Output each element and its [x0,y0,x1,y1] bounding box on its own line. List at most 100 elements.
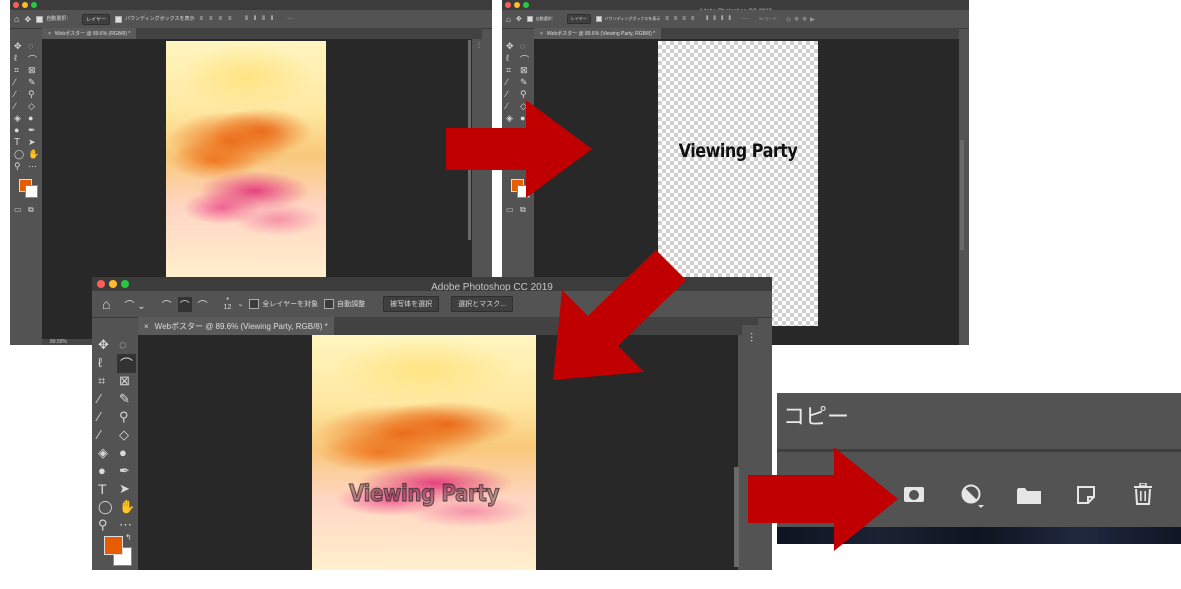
more-tools-icon[interactable]: ⋯ [119,517,132,533]
home-icon[interactable]: ⌂ [102,296,110,312]
trash-icon[interactable] [1133,482,1153,505]
quick-mask-icon[interactable]: ▭ [506,205,514,214]
document-tab[interactable]: × Webポスター @ 89.6% (Viewing Party, RGB/8)… [138,317,334,335]
crop-tool-icon[interactable]: ⌗ [506,65,511,76]
minimize-button[interactable] [514,2,520,8]
3d-mode-icons[interactable]: ◎✥✥▶ [786,16,818,23]
vertical-scrollbar[interactable] [960,140,964,250]
close-button[interactable] [505,2,511,8]
crop-tool-icon[interactable]: ⌗ [14,65,19,76]
eyedropper-tool-icon[interactable]: ⁄ [506,77,508,87]
new-selection-icon[interactable]: ⌒ [162,297,172,312]
screen-mode-icon[interactable]: ⧉ [28,205,34,215]
adjustment-layer-icon[interactable] [961,484,984,508]
history-brush-tool-icon[interactable]: ∕ [14,101,16,111]
home-icon[interactable]: ⌂ [506,15,511,24]
minimize-button[interactable] [109,280,117,288]
marquee-tool-icon[interactable]: ◌ [28,41,33,51]
swap-colors-icon[interactable]: ↰ [125,533,132,542]
move-tool-icon[interactable]: ✥ [14,41,22,52]
pen-tool-icon[interactable]: ✒ [119,463,130,479]
brush-size-dropdown-icon[interactable]: ⌄ [237,300,243,308]
close-button[interactable] [13,2,19,8]
viewing-party-selection[interactable]: Viewing Party [312,479,536,508]
lasso-tool-icon[interactable]: ℓ [14,53,17,63]
move-tool-icon[interactable]: ✥ [516,15,522,23]
paint-bucket-tool-icon[interactable]: ◈ [98,445,108,461]
quick-mask-icon[interactable]: ▭ [14,205,22,214]
path-select-tool-icon[interactable]: ➤ [119,481,130,497]
minimize-button[interactable] [22,2,28,8]
more-tools-icon[interactable]: ⋯ [28,161,37,172]
foreground-color-swatch[interactable] [104,536,123,555]
brush-size-picker[interactable]: • 12 [224,296,232,312]
zoom-tool-icon[interactable]: ⚲ [14,161,21,172]
auto-enhance-checkbox[interactable]: 自動調整 [324,299,365,310]
path-select-tool-icon[interactable]: ➤ [28,137,36,148]
select-subject-button[interactable]: 被写体を選択 [383,296,440,312]
eraser-tool-icon[interactable]: ◇ [28,101,35,112]
marquee-tool-icon[interactable]: ◌ [520,41,525,51]
align-icons[interactable]: ≡≡≡≡ ⫴⫴⫴⫴ ⋯ [200,16,299,23]
layer-name-text[interactable]: コピー [783,399,849,431]
close-button[interactable] [97,280,105,288]
show-bbox-checkbox[interactable]: バウンディングボックスを表示 [595,15,660,22]
pen-tool-icon[interactable]: ✒ [28,125,36,136]
shape-tool-icon[interactable]: ◯ [14,149,24,160]
move-tool-icon[interactable]: ✥ [98,337,109,353]
eyedropper-tool-icon[interactable]: ⁄ [14,77,16,87]
move-tool-icon[interactable]: ✥ [24,15,31,24]
auto-select-checkbox[interactable]: 自動選択： [526,15,556,22]
tab-close-icon[interactable]: × [540,31,543,37]
panel-properties-icon[interactable]: ⫶ [478,41,480,51]
document-tab[interactable]: × Webポスター @ 89.6% (Viewing Party, RGB/8)… [534,28,662,39]
shape-tool-icon[interactable]: ◯ [98,499,113,515]
document-canvas[interactable]: Viewing Party [312,335,536,570]
crop-tool-icon[interactable]: ⌗ [98,373,105,389]
brush-tool-icon[interactable]: ∕ [506,89,508,99]
blur-tool-icon[interactable]: ● [119,445,127,460]
move-tool-icon[interactable]: ✥ [506,41,514,52]
panel-properties-icon[interactable]: ⫶ [750,331,753,346]
blur-tool-icon[interactable]: ● [28,113,33,123]
vertical-scrollbar[interactable] [734,467,739,567]
viewing-party-text-layer[interactable]: Viewing Party [658,140,818,162]
eraser-tool-icon[interactable]: ◇ [119,427,129,443]
paint-bucket-tool-icon[interactable]: ◈ [14,113,21,124]
hand-tool-icon[interactable]: ✋ [119,499,135,515]
new-layer-icon[interactable] [1076,485,1096,505]
auto-select-checkbox[interactable]: 自動選択： [36,15,71,23]
add-to-selection-icon[interactable]: ⌒ [177,296,192,312]
tab-close-icon[interactable]: × [144,322,149,331]
zoom-button[interactable] [121,280,129,288]
folder-icon[interactable] [1017,487,1041,504]
document-tab[interactable]: × Webポスター @ 89.6% (RGB/8) * [42,28,137,39]
type-tool-icon[interactable]: T [98,481,107,497]
zoom-button[interactable] [31,2,37,8]
sample-all-layers-checkbox[interactable]: 全レイヤーを対象 [249,299,318,310]
document-canvas[interactable] [166,41,326,279]
tab-close-icon[interactable]: × [48,31,51,37]
quick-select-preset-icon[interactable]: ⌒ ⌄ [124,297,145,312]
home-icon[interactable]: ⌂ [14,14,19,24]
stamp-tool-icon[interactable]: ⚲ [119,409,129,425]
frame-tool-icon[interactable]: ⊠ [28,65,36,76]
stamp-tool-icon[interactable]: ⚲ [28,89,35,100]
screen-mode-icon[interactable]: ⧉ [520,205,526,215]
layer-mask-icon[interactable] [904,487,924,502]
eyedropper-tool-icon[interactable]: ⁄ [98,391,100,406]
show-bbox-checkbox[interactable]: バウンディングボックスを表示 [115,15,195,23]
healing-tool-icon[interactable]: ✎ [520,77,528,88]
zoom-button[interactable] [523,2,529,8]
background-color-swatch[interactable] [25,185,38,198]
healing-tool-icon[interactable]: ✎ [119,391,130,407]
healing-tool-icon[interactable]: ✎ [28,77,36,88]
align-icons[interactable]: ≡≡≡≡ ⫴⫴⫴⫴ ⋯ [665,16,753,23]
zoom-level[interactable]: 89.59% [50,339,67,345]
frame-tool-icon[interactable]: ⊠ [119,373,130,389]
dodge-tool-icon[interactable]: ● [98,463,106,478]
layer-dropdown[interactable]: レイヤー [82,13,111,25]
lasso-tool-icon[interactable]: ℓ [506,53,509,63]
brush-tool-icon[interactable]: ∕ [98,409,100,424]
subtract-from-selection-icon[interactable]: ⌒ [198,297,208,312]
